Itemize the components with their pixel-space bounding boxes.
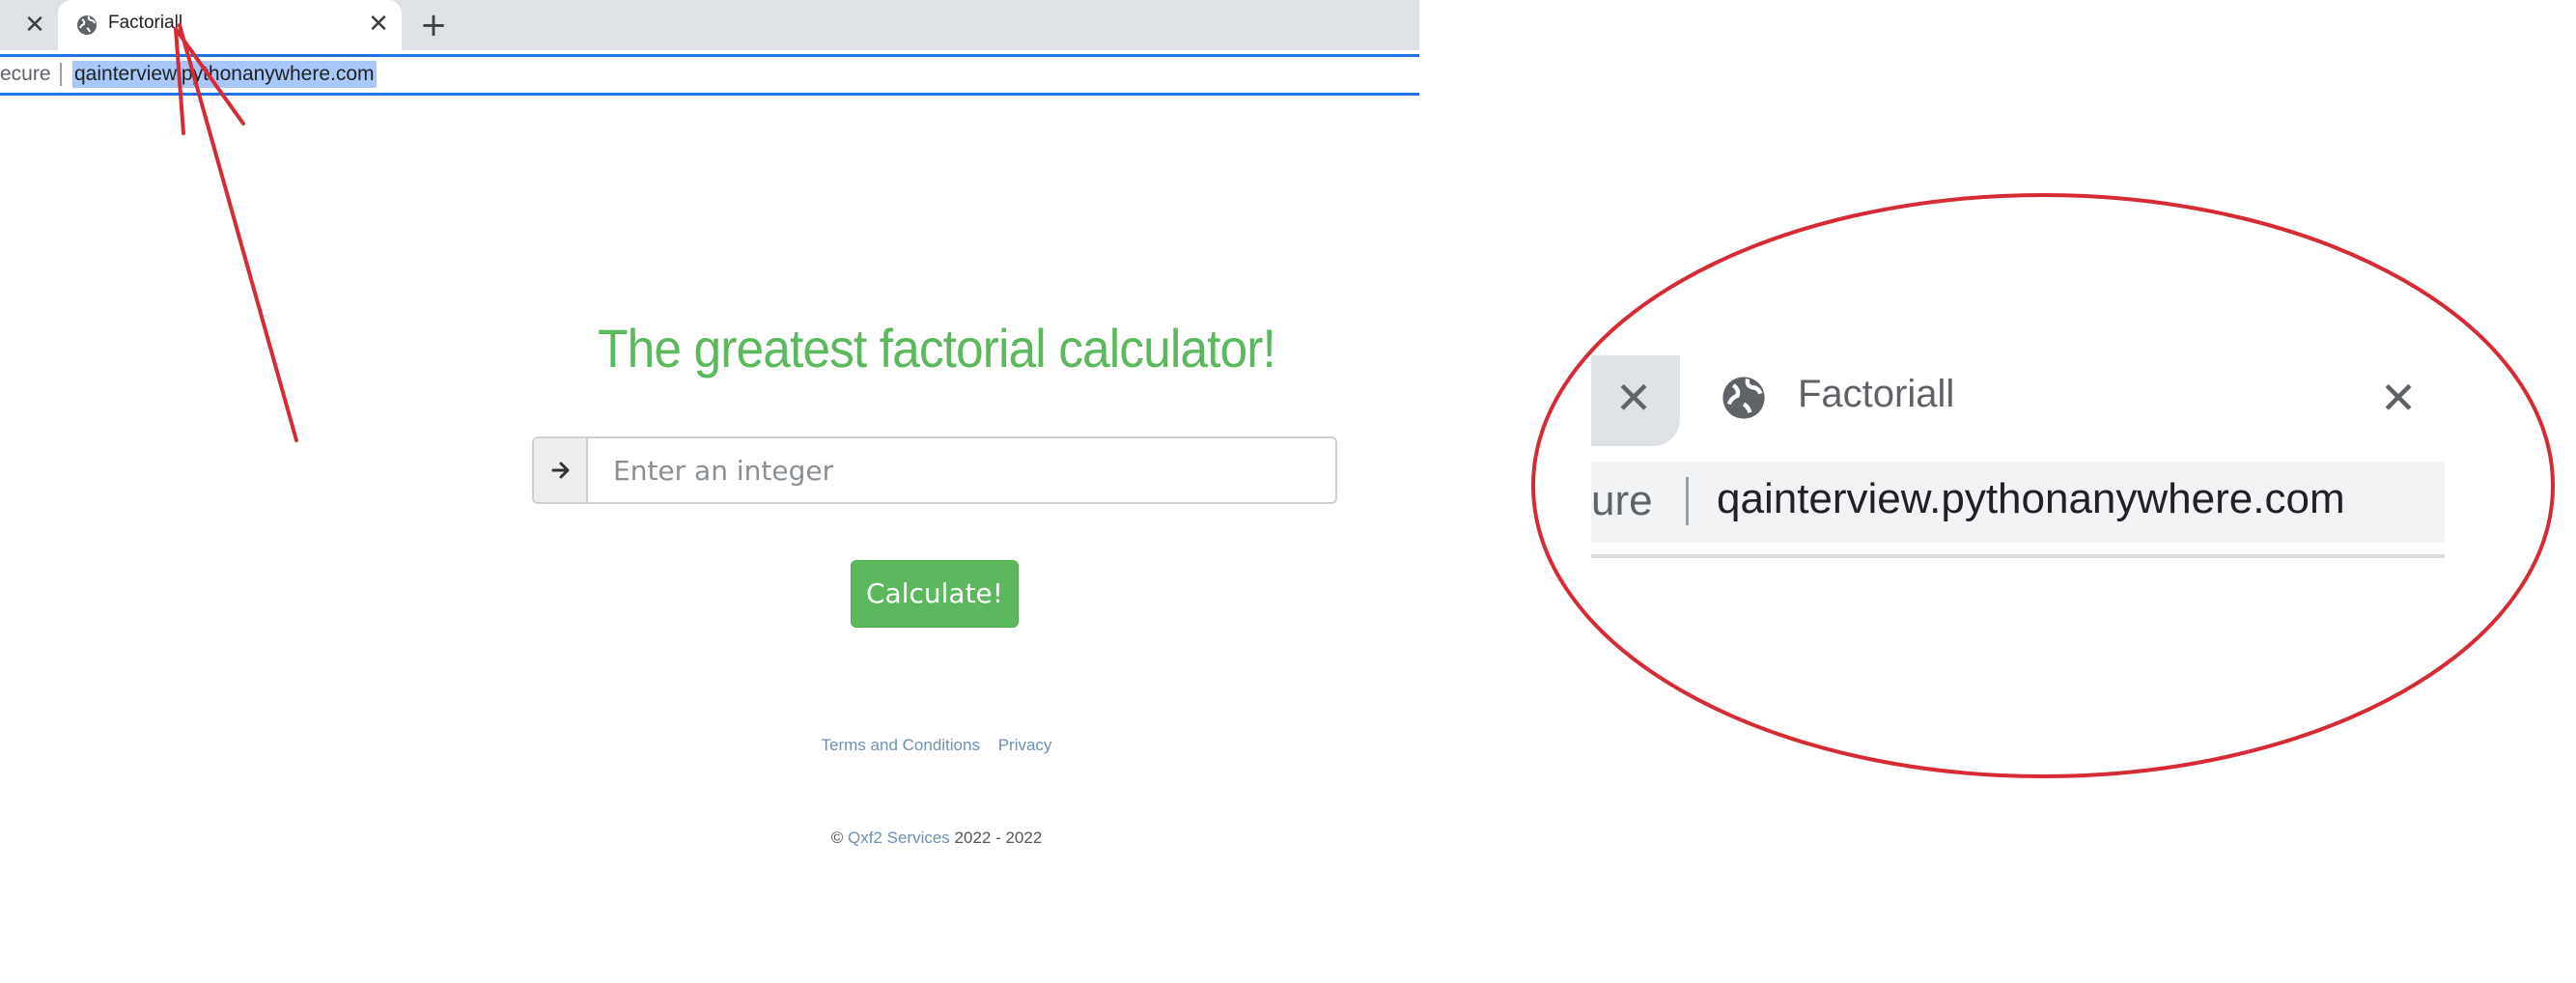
zoom-tab-title: Factoriall [1798,373,1955,415]
tab-strip: ✕ Factoriall ✕ + [0,0,1419,50]
copyright: © Qxf2 Services 2022 - 2022 [483,829,1390,848]
privacy-link[interactable]: Privacy [998,736,1052,754]
footer-links: Terms and Conditions Privacy [483,736,1390,755]
zoom-previous-tab-close-icon: ✕ [1614,372,1653,424]
terms-link[interactable]: Terms and Conditions [822,736,980,754]
input-addon [534,438,588,502]
zoom-toolbar-divider [1591,554,2445,558]
company-link[interactable]: Qxf2 Services [848,829,950,847]
tab-close-icon[interactable]: ✕ [365,11,392,38]
zoom-previous-tab: ✕ [1591,355,1680,446]
page-headline: The greatest factorial calculator! [598,318,1276,379]
browser-chrome: ✕ Factoriall ✕ + ecure qainterview.pytho… [0,0,1419,98]
zoom-omnibox-separator [1686,477,1689,525]
tab-title: Factoriall [108,13,183,33]
zoom-security-text: ure [1591,477,1653,524]
integer-input[interactable] [590,438,1335,502]
copyright-years: 2022 - 2022 [954,829,1043,847]
new-tab-button[interactable]: + [417,9,450,42]
previous-tab-close-icon[interactable]: ✕ [21,12,48,39]
integer-input-group [532,436,1337,504]
address-bar[interactable]: ecure qainterview.pythonanywhere.com [0,50,1419,98]
arrow-right-icon [551,462,570,479]
omnibox-focus-border-top [0,54,1419,57]
tab-factoriall[interactable]: Factoriall ✕ [58,0,402,50]
zoom-tab-close-icon: ✕ [2379,372,2418,424]
zoom-globe-icon [1722,377,1765,419]
zoom-tab-strip: ✕ Factoriall ✕ [1591,355,2445,460]
omnibox-separator [60,63,62,86]
omnibox-focus-border-bottom [0,93,1419,96]
calculate-button[interactable]: Calculate! [851,560,1019,628]
globe-icon [77,15,97,35]
zoom-inset: ✕ Factoriall ✕ ure qainterview.pythonany… [1591,355,2445,587]
url-text[interactable]: qainterview.pythonanywhere.com [72,61,377,88]
zoom-omnibox: ure qainterview.pythonanywhere.com [1591,462,2445,543]
zoom-url-text: qainterview.pythonanywhere.com [1717,475,2345,522]
copyright-symbol: © [830,829,844,847]
security-indicator[interactable]: ecure [0,63,51,86]
